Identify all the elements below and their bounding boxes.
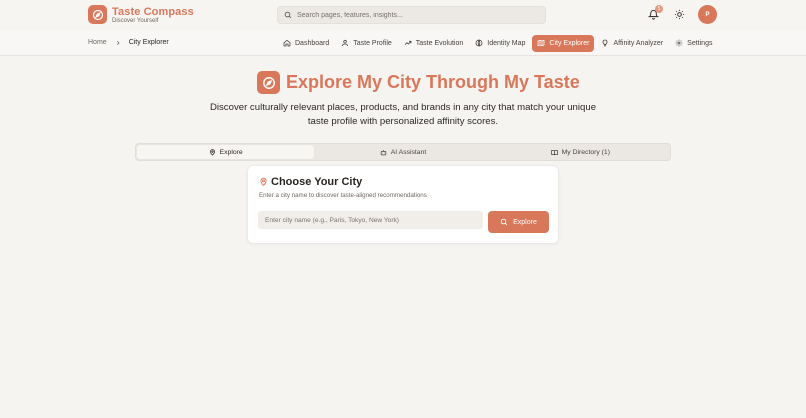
globe-icon	[475, 39, 483, 47]
pin-icon	[209, 148, 215, 156]
nav-item-label: Settings	[687, 39, 713, 47]
nav-item-dashboard[interactable]: Dashboard	[278, 35, 334, 52]
nav-item-city-explorer[interactable]: City Explorer	[532, 34, 595, 52]
tab-explore[interactable]: Explore	[137, 145, 315, 159]
nav-bar: Home City Explorer Dashboard Taste Profi…	[0, 30, 806, 56]
tab-label: AI Assistant	[390, 148, 427, 156]
compass-icon[interactable]	[88, 5, 107, 24]
nav-item-label: Dashboard	[295, 39, 330, 47]
trending-icon	[404, 40, 412, 45]
city-input[interactable]	[258, 211, 483, 229]
main-nav: Dashboard Taste Profile Taste Evolution …	[278, 34, 719, 52]
breadcrumb-home[interactable]: Home	[88, 39, 107, 46]
nav-item-taste-evolution[interactable]: Taste Evolution	[399, 35, 468, 52]
brand-title[interactable]: Taste Compass	[112, 6, 194, 18]
notification-badge: 5	[655, 5, 663, 13]
page-title: Explore My City Through My Taste	[286, 72, 580, 92]
gear-icon	[675, 39, 683, 47]
book-icon	[550, 149, 558, 155]
nav-item-label: City Explorer	[549, 39, 590, 47]
pin-icon	[260, 177, 267, 187]
breadcrumb-current: City Explorer	[128, 39, 169, 46]
top-header: Taste Compass Discover Yourself 5 P	[0, 0, 806, 30]
explore-button-label: Explore	[513, 218, 537, 226]
explore-button[interactable]: Explore	[488, 211, 549, 233]
nav-item-settings[interactable]: Settings	[670, 35, 717, 52]
nav-item-label: Identity Map	[487, 39, 526, 47]
page-description: Discover culturally relevant places, pro…	[209, 102, 597, 127]
tab-my-directory[interactable]: My Directory (1)	[492, 145, 669, 159]
tab-bar: Explore AI Assistant My Directory (1)	[135, 143, 671, 161]
nav-item-identity-map[interactable]: Identity Map	[470, 35, 530, 52]
search-icon	[500, 218, 508, 226]
map-icon	[538, 39, 545, 47]
user-icon	[342, 39, 349, 47]
search-input[interactable]	[297, 11, 537, 19]
card-subtitle: Enter a city name to discover taste-alig…	[259, 192, 427, 199]
home-icon	[283, 39, 291, 47]
bot-icon	[380, 149, 386, 155]
lightbulb-icon	[603, 39, 608, 47]
tab-label: Explore	[219, 148, 243, 156]
search-bar[interactable]	[277, 6, 546, 24]
compass-icon	[257, 71, 280, 94]
brand-subtitle: Discover Yourself	[112, 18, 159, 24]
nav-item-label: Taste Evolution	[415, 39, 464, 47]
chevron-right-icon	[116, 40, 120, 45]
avatar[interactable]: P	[698, 5, 717, 24]
card-title: Choose Your City	[271, 176, 363, 188]
tab-ai-assistant[interactable]: AI Assistant	[314, 145, 491, 159]
tab-label: My Directory (1)	[561, 148, 610, 156]
choose-city-card: Choose Your City Enter a city name to di…	[247, 165, 559, 244]
nav-item-taste-profile[interactable]: Taste Profile	[336, 35, 397, 52]
nav-item-label: Affinity Analyzer	[613, 39, 664, 47]
search-icon	[284, 11, 292, 19]
breadcrumb: Home City Explorer	[88, 39, 169, 46]
nav-item-affinity-analyzer[interactable]: Affinity Analyzer	[596, 35, 668, 52]
sun-icon[interactable]	[674, 9, 685, 20]
nav-item-label: Taste Profile	[353, 39, 392, 47]
